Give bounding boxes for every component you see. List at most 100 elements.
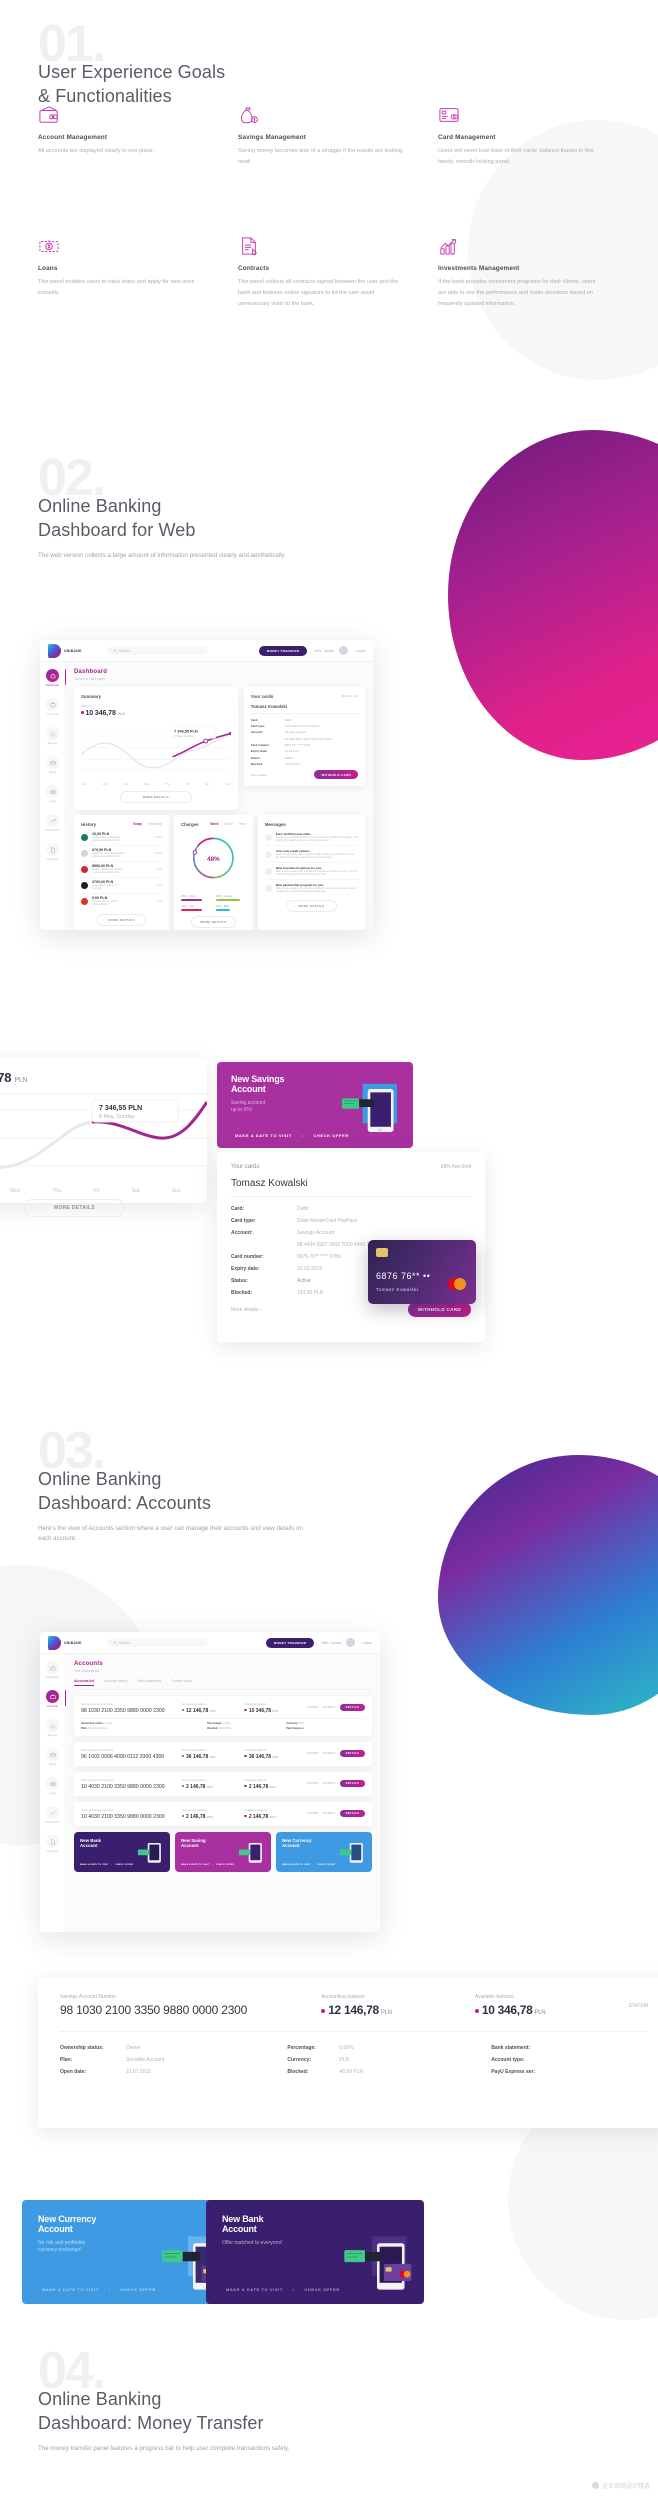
tab-bank-statements[interactable]: Bank statements [137, 1679, 161, 1686]
sidebar-item-loans[interactable]: Loans [40, 785, 65, 803]
zoom-line-chart: 7 346,55 PLN 8 May, Sunday [0, 1099, 207, 1169]
more-details-link[interactable]: More details › [251, 773, 268, 777]
money-bag-icon [238, 105, 260, 125]
sidebar-item-dashboard[interactable]: Dashboard [40, 1661, 65, 1679]
tab-month[interactable]: Month [225, 822, 234, 826]
payment-button[interactable]: PAYMENT [323, 1782, 336, 1785]
money-transfer-button[interactable]: MONEY TRANSFER [265, 1637, 315, 1648]
list-item[interactable]: 679,99 PLN Multifunc. Lamp Fotografika 1 A… [81, 846, 163, 862]
detail-label: Card number: [250, 743, 270, 748]
promo-desc-line1: No risk and profitable [38, 2239, 86, 2246]
tab-accounts-history[interactable]: Accounts history [104, 1679, 127, 1686]
promo-new-saving-account[interactable]: New Saving Account MAKE A DATE TO VISIT … [175, 1831, 271, 1872]
tab-week[interactable]: Week [210, 822, 218, 826]
list-item[interactable]: 9,00 PLN Fotryka Formy - pl.ulic 3 Rtonski… [81, 894, 162, 909]
messages-more-details-button[interactable]: MORE DETAILS [285, 900, 338, 913]
table-row[interactable]: Savings Account Number 10 4030 2100 3350 … [74, 1771, 372, 1796]
tx-time: 9:00 [156, 867, 163, 871]
search-input[interactable]: Search... [107, 646, 208, 655]
money-bag-icon [46, 1719, 59, 1732]
money-transfer-button[interactable]: MONEY TRANSFER [258, 645, 308, 656]
message-desc: Take a look at saving with a helpful and… [275, 886, 357, 894]
feature-title: Card Management [438, 134, 496, 141]
withhold-card-button[interactable]: WITHHOLD CARD [407, 1302, 471, 1317]
sidebar-item-contracts[interactable]: Contracts [40, 843, 65, 861]
details-button[interactable]: DETAILS [339, 1809, 365, 1818]
tab-transfer-salary[interactable]: Transfer salary [171, 1679, 192, 1686]
list-item[interactable]: New investment options for you Take a loo… [264, 863, 358, 881]
logout-button[interactable]: Logout [355, 649, 365, 653]
sidebar-item-contracts[interactable]: Contracts [40, 1835, 65, 1853]
promo-cta-primary[interactable]: MAKE A DATE TO VISIT [181, 1864, 210, 1866]
detail-row: Ownership status: Owner [60, 2045, 287, 2051]
sidebar-item-dashboard[interactable]: Dashboard [40, 669, 66, 687]
list-item[interactable]: 8500,00 PLN Netflix - dashboard design 1 L… [81, 862, 163, 878]
detail-value: Sensible Account [126, 2057, 165, 2063]
tab-yesterday[interactable]: Yesterday [148, 822, 162, 826]
details-button[interactable]: DETAILS [339, 1703, 365, 1712]
sidebar-item-accounts[interactable]: Accounts [40, 1690, 66, 1708]
history-button[interactable]: HISTORY [307, 1752, 319, 1755]
history-more-details-button[interactable]: MORE DETAILS [97, 913, 146, 926]
credit-card-icon [438, 105, 460, 125]
list-item[interactable]: Your new credit options Check out the new… [264, 846, 358, 864]
sidebar-item-cards[interactable]: Cards [40, 756, 65, 774]
section-04-header: 04. Online Banking Dashboard: Money Tran… [38, 2345, 289, 2454]
sidebar-item-investments[interactable]: Investments [40, 1806, 65, 1824]
details-button[interactable]: DETAILS [339, 1779, 365, 1788]
history-button[interactable]: HISTORY [307, 1706, 319, 1709]
table-row[interactable]: Savings Account Number 10 4030 2100 3350 … [74, 1801, 372, 1826]
row-available: 2 146,78 [248, 1813, 269, 1820]
payment-button[interactable]: PAYMENT [323, 1706, 336, 1709]
sidebar-item-savings[interactable]: Savings [40, 727, 65, 745]
search-input[interactable]: Search... [107, 1638, 208, 1647]
list-item[interactable]: 3700,00 PLN Apple iPad - iphone 71 A Kali… [81, 878, 163, 894]
tx-place: 1 Aleja Jana Pawla II 61 [92, 855, 120, 858]
sidebar-item-accounts[interactable]: Accounts [40, 698, 65, 716]
promo-cta-secondary[interactable]: CHECK OFFER [115, 1864, 133, 1866]
more-details-link[interactable]: More details › [231, 1307, 261, 1313]
promo-cta-secondary[interactable]: CHECK OFFER [317, 1864, 335, 1866]
table-row[interactable]: Savings Account Number 98 1030 2100 3350 … [74, 1695, 372, 1736]
promo-cta-primary[interactable]: MAKE A DATE TO VISIT [282, 1864, 311, 1866]
promo-cta-primary[interactable]: MAKE A DATE TO VISIT [42, 2287, 99, 2292]
promo-desc-line1: Offer matched to everyone! [222, 2239, 283, 2246]
zoom-more-details-button[interactable]: MORE DETAILS [24, 1199, 125, 1217]
statement-link[interactable]: STATEM [628, 2003, 648, 2009]
feature-investments-management: Investments Management If the bank provi… [438, 236, 604, 310]
withhold-card-button[interactable]: WITHHOLD CARD [314, 770, 358, 780]
avatar[interactable] [346, 1638, 356, 1647]
avatar[interactable] [339, 646, 349, 655]
tab-year[interactable]: Year [239, 822, 245, 826]
payment-button[interactable]: PAYMENT [323, 1812, 336, 1815]
decorative-blob-magenta [448, 430, 658, 760]
sidebar-label: Savings [47, 742, 58, 745]
details-button[interactable]: DETAILS [339, 1749, 365, 1758]
summary-more-details-button[interactable]: MORE DETAILS [119, 790, 192, 803]
promo-new-currency-account[interactable]: New Currency Account MAKE A DATE TO VISI… [276, 1831, 372, 1872]
list-item[interactable]: 16,00 PLN Coffee Latte - Starbucks 1 Aleja… [81, 830, 163, 846]
promo-bottom-new-bank-account[interactable]: New Bank Account Offer matched to everyo… [206, 2200, 424, 2304]
history-button[interactable]: HISTORY [307, 1782, 319, 1785]
logout-button[interactable]: Logout [362, 1641, 372, 1645]
payment-button[interactable]: PAYMENT [323, 1752, 336, 1755]
features-row-1: Account Management All accounts are disp… [38, 105, 638, 168]
list-item[interactable]: Earn 10.000 bonus miles Activate your pro… [264, 830, 358, 847]
promo-new-bank-account[interactable]: New Bank Account MAKE A DATE TO VISIT • … [74, 1831, 170, 1872]
promo-cta-primary[interactable]: MAKE A DATE TO VISIT [226, 2287, 283, 2292]
tooltip-date: 8 May, Sunday [174, 733, 194, 737]
sidebar-item-savings[interactable]: Savings [40, 1719, 65, 1737]
charges-more-details-button[interactable]: MORE DETAILS [190, 915, 237, 928]
promo-cta-secondary[interactable]: CHECK OFFER [216, 1864, 234, 1866]
promo-cta-primary[interactable]: MAKE A DATE TO VISIT [235, 1133, 292, 1138]
tab-today[interactable]: Today [133, 822, 142, 826]
sidebar-item-loans[interactable]: Loans [40, 1777, 65, 1795]
sidebar-item-investments[interactable]: Investments [40, 814, 65, 832]
sidebar-item-cards[interactable]: Cards [40, 1748, 65, 1766]
table-row[interactable]: Savings Account Number 96 1002 0006 4090 … [74, 1741, 372, 1766]
list-item[interactable]: New partnership program for you Take a lo… [264, 880, 358, 896]
tab-accounts-list[interactable]: Accounts list [74, 1679, 95, 1686]
promo-new-savings-account[interactable]: New Savings Account Saving account up to… [217, 1062, 413, 1148]
promo-cta-primary[interactable]: MAKE A DATE TO VISIT [80, 1864, 109, 1866]
history-button[interactable]: HISTORY [307, 1812, 319, 1815]
